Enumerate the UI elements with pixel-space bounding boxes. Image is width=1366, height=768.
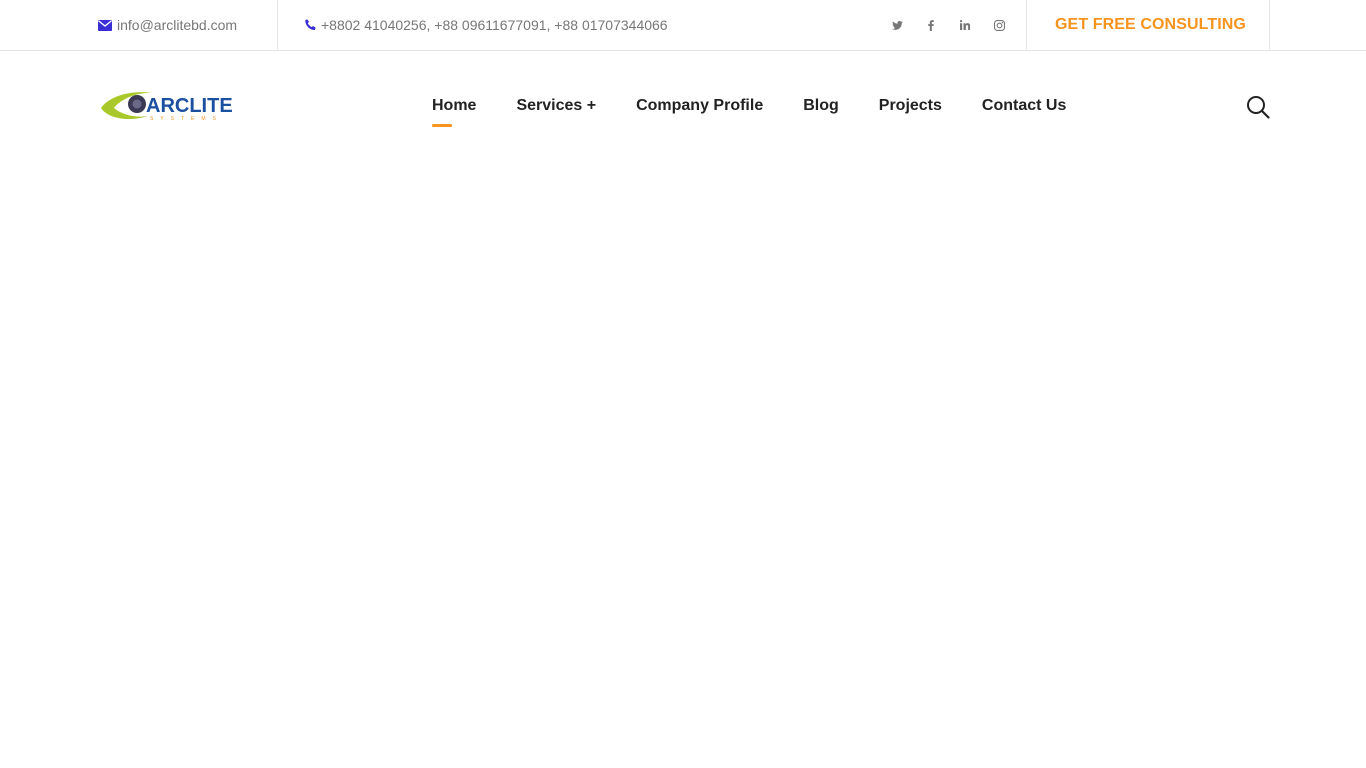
social-links xyxy=(880,0,1016,50)
main-nav: Home Services + Company Profile Blog Pro… xyxy=(432,94,1106,127)
phone-contact[interactable]: +8802 41040256, +88 09611677091, +88 017… xyxy=(305,0,668,50)
email-text: info@arclitebd.com xyxy=(117,17,238,33)
instagram-icon[interactable] xyxy=(982,15,1016,35)
divider xyxy=(1269,0,1270,50)
twitter-icon[interactable] xyxy=(880,15,914,35)
nav-item-contact-us[interactable]: Contact Us xyxy=(982,97,1066,115)
email-contact[interactable]: info@arclitebd.com xyxy=(98,0,237,50)
svg-text:ARCLITE: ARCLITE xyxy=(146,95,232,117)
linkedin-icon[interactable] xyxy=(948,15,982,35)
svg-text:SYSTEMS: SYSTEMS xyxy=(150,116,223,122)
arclite-logo[interactable]: ARCLITE SYSTEMS xyxy=(100,89,233,123)
phone-icon xyxy=(305,19,316,31)
nav-item-home[interactable]: Home xyxy=(432,97,476,127)
facebook-icon[interactable] xyxy=(914,15,948,35)
nav-item-services[interactable]: Services + xyxy=(516,97,596,115)
search-icon[interactable] xyxy=(1246,95,1270,119)
main-header: ARCLITE SYSTEMS Home Services + Company … xyxy=(0,51,1366,161)
top-bar: info@arclitebd.com +8802 41040256, +88 0… xyxy=(0,0,1366,51)
nav-item-blog[interactable]: Blog xyxy=(803,97,839,115)
nav-item-projects[interactable]: Projects xyxy=(879,97,942,115)
divider xyxy=(277,0,278,50)
envelope-icon xyxy=(98,19,112,31)
phone-text: +8802 41040256, +88 09611677091, +88 017… xyxy=(321,17,668,33)
nav-item-company-profile[interactable]: Company Profile xyxy=(636,97,763,115)
get-free-consulting-link[interactable]: GET FREE CONSULTING xyxy=(1055,0,1246,50)
divider xyxy=(1026,0,1027,50)
